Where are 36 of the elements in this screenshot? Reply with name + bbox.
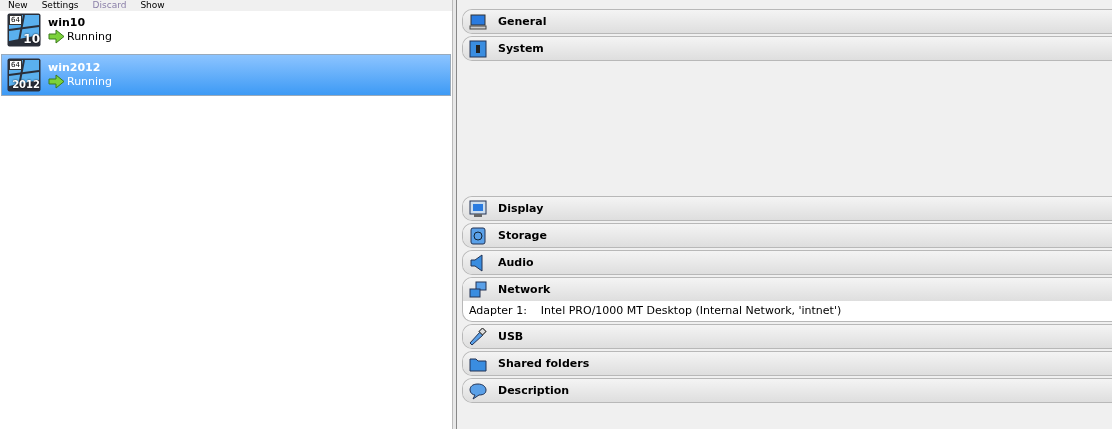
usb-icon (469, 327, 487, 346)
arrow-icon (48, 74, 65, 89)
section-title: Network (498, 283, 551, 296)
network-icon (469, 280, 487, 299)
display-icon (469, 199, 487, 218)
detail-label: Adapter 1: (469, 304, 527, 317)
section-header[interactable]: Description (463, 379, 1112, 402)
section-title: General (498, 15, 547, 28)
arrow-icon (48, 29, 65, 44)
section-header[interactable]: Shared folders (463, 352, 1112, 375)
section-header[interactable]: System (463, 37, 1112, 60)
section-title: Display (498, 202, 544, 215)
detail-value: Intel PRO/1000 MT Desktop (Internal Network, 'intnet') (540, 304, 842, 317)
section-header[interactable]: Audio (463, 251, 1112, 274)
chip-icon (469, 39, 487, 58)
toolbar-button[interactable]: Settings (41, 0, 79, 11)
version-label: 2012 (12, 78, 40, 91)
section-title: Storage (498, 229, 547, 242)
section-header[interactable]: General (463, 10, 1112, 33)
section-title: Shared folders (498, 357, 590, 370)
vm-state: Running (67, 75, 113, 88)
section-title: Description (498, 384, 570, 397)
vm-name: win2012 (48, 61, 102, 74)
section-header[interactable]: Storage (463, 224, 1112, 247)
section-title: USB (498, 330, 524, 343)
toolbar-button[interactable]: Show (140, 0, 165, 11)
vm-name: win10 (48, 16, 87, 29)
toolbar-button[interactable]: New (8, 0, 28, 11)
section-title: Audio (498, 256, 534, 269)
section-header[interactable]: Network (463, 278, 1112, 301)
section-header[interactable]: USB (463, 325, 1112, 348)
speech-bubble-icon (469, 381, 487, 400)
section-title: System (498, 42, 544, 55)
section-header[interactable]: Display (463, 197, 1112, 220)
vm-state: Running (67, 30, 113, 43)
version-label: 10 (23, 33, 40, 46)
